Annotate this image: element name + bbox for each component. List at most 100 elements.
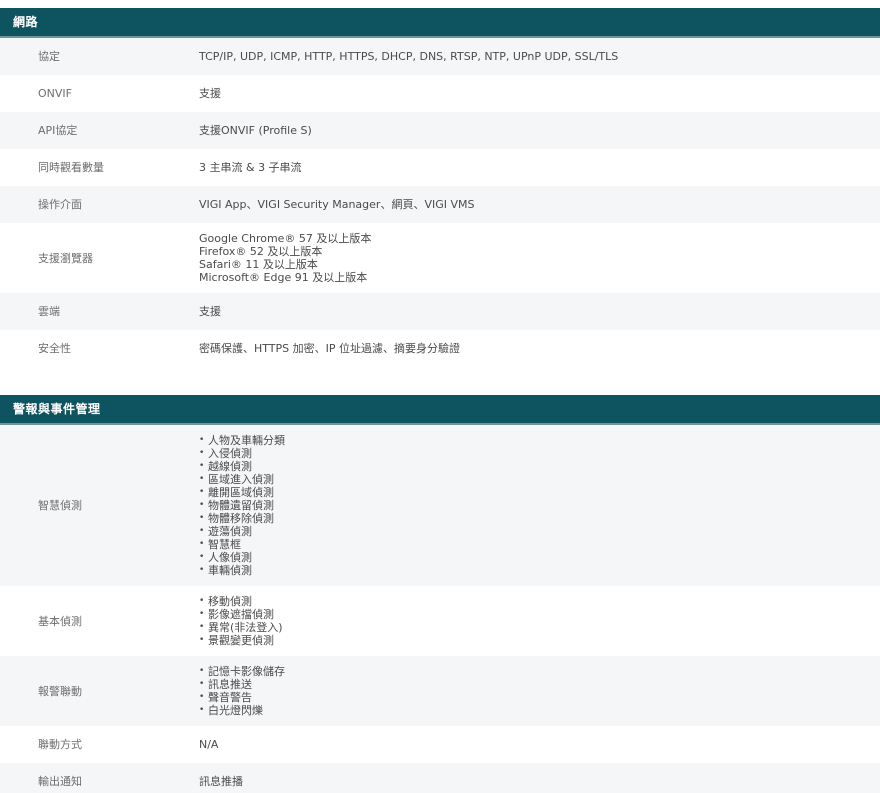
spec-value-text: TCP/IP, UDP, ICMP, HTTP, HTTPS, DHCP, DN… <box>199 50 618 63</box>
bullet-icon: • <box>199 691 208 704</box>
spec-value-bullet-line: •聲音警告 <box>199 691 864 704</box>
spec-value-bullet-line: •智慧框 <box>199 538 864 551</box>
spec-value-text: 人物及車輛分類 <box>208 434 285 447</box>
spec-value-line: 支援 <box>199 305 864 318</box>
spec-value-text: N/A <box>199 738 218 751</box>
spec-value-text: 異常(非法登入) <box>208 621 283 634</box>
spec-value-text: 訊息推播 <box>199 775 243 788</box>
spec-row: 聯動方式N/A <box>0 726 880 763</box>
spec-value-text: Firefox® 52 及以上版本 <box>199 245 322 258</box>
spec-row: 基本偵測•移動偵測•影像遮擋偵測•異常(非法登入)•景觀變更偵測 <box>0 586 880 656</box>
spec-value: 支援 <box>199 293 880 330</box>
spec-value-bullet-line: •移動偵測 <box>199 595 864 608</box>
spec-label: 智慧偵測 <box>0 487 199 524</box>
bullet-icon: • <box>199 447 208 460</box>
bullet-icon: • <box>199 621 208 634</box>
bullet-icon: • <box>199 564 208 577</box>
spec-row: 安全性密碼保護、HTTPS 加密、IP 位址過濾、摘要身分驗證 <box>0 330 880 367</box>
spec-label: 聯動方式 <box>0 726 199 763</box>
spec-row: 雲端支援 <box>0 293 880 330</box>
spec-label: 輸出通知 <box>0 763 199 793</box>
spec-value-line: 3 主串流 & 3 子串流 <box>199 161 864 174</box>
spec-value-bullet-line: •離開區域偵測 <box>199 486 864 499</box>
spec-value: •移動偵測•影像遮擋偵測•異常(非法登入)•景觀變更偵測 <box>199 586 880 656</box>
spec-value-bullet-line: •入侵偵測 <box>199 447 864 460</box>
spec-value-line: Firefox® 52 及以上版本 <box>199 245 864 258</box>
spec-value-text: 密碼保護、HTTPS 加密、IP 位址過濾、摘要身分驗證 <box>199 342 460 355</box>
spec-value: 支援 <box>199 75 880 112</box>
spec-value: 3 主串流 & 3 子串流 <box>199 149 880 186</box>
spec-value-line: VIGI App、VIGI Security Manager、網頁、VIGI V… <box>199 198 864 211</box>
spec-value-text: 智慧框 <box>208 538 241 551</box>
spec-value-text: VIGI App、VIGI Security Manager、網頁、VIGI V… <box>199 198 474 211</box>
spec-value-text: 白光燈閃爍 <box>208 704 263 717</box>
spec-value-line: Google Chrome® 57 及以上版本 <box>199 232 864 245</box>
spec-value-text: 3 主串流 & 3 子串流 <box>199 161 302 174</box>
spec-value-line: 密碼保護、HTTPS 加密、IP 位址過濾、摘要身分驗證 <box>199 342 864 355</box>
spec-value-bullet-line: •影像遮擋偵測 <box>199 608 864 621</box>
spec-value-text: 支援 <box>199 305 221 318</box>
spec-value-bullet-line: •景觀變更偵測 <box>199 634 864 647</box>
spec-row: 支援瀏覽器Google Chrome® 57 及以上版本Firefox® 52 … <box>0 223 880 293</box>
spec-value-bullet-line: •車輛偵測 <box>199 564 864 577</box>
spec-value: 密碼保護、HTTPS 加密、IP 位址過濾、摘要身分驗證 <box>199 330 880 367</box>
bullet-icon: • <box>199 538 208 551</box>
bullet-icon: • <box>199 551 208 564</box>
spec-value-text: 記憶卡影像儲存 <box>208 665 285 678</box>
spec-value-line: 支援ONVIF (Profile S) <box>199 124 864 137</box>
spec-value-bullet-line: •越線偵測 <box>199 460 864 473</box>
spec-value-bullet-line: •異常(非法登入) <box>199 621 864 634</box>
spec-label: 基本偵測 <box>0 603 199 640</box>
spec-value-text: 支援ONVIF (Profile S) <box>199 124 312 137</box>
spec-value-text: 物體移除偵測 <box>208 512 274 525</box>
spec-value: N/A <box>199 726 880 763</box>
spec-value-text: 人像偵測 <box>208 551 252 564</box>
spec-label: ONVIF <box>0 75 199 112</box>
bullet-icon: • <box>199 634 208 647</box>
spec-value-text: 車輛偵測 <box>208 564 252 577</box>
bullet-icon: • <box>199 665 208 678</box>
spec-value-bullet-line: •區域進入偵測 <box>199 473 864 486</box>
spec-row: 同時觀看數量3 主串流 & 3 子串流 <box>0 149 880 186</box>
spec-value-text: 越線偵測 <box>208 460 252 473</box>
spec-value-bullet-line: •遊蕩偵測 <box>199 525 864 538</box>
spec-label: API協定 <box>0 112 199 149</box>
spec-value: •人物及車輛分類•入侵偵測•越線偵測•區域進入偵測•離開區域偵測•物體遺留偵測•… <box>199 425 880 586</box>
bullet-icon: • <box>199 486 208 499</box>
spec-row: 報警聯動•記憶卡影像儲存•訊息推送•聲音警告•白光燈閃爍 <box>0 656 880 726</box>
spec-value-text: 景觀變更偵測 <box>208 634 274 647</box>
spec-label: 同時觀看數量 <box>0 149 199 186</box>
bullet-icon: • <box>199 473 208 486</box>
spec-value-bullet-line: •白光燈閃爍 <box>199 704 864 717</box>
spec-value-line: Safari® 11 及以上版本 <box>199 258 864 271</box>
spec-value-line: N/A <box>199 738 864 751</box>
spec-value-text: 物體遺留偵測 <box>208 499 274 512</box>
spec-section: 網路協定TCP/IP, UDP, ICMP, HTTP, HTTPS, DHCP… <box>0 8 880 367</box>
bullet-icon: • <box>199 434 208 447</box>
spec-value-bullet-line: •人物及車輛分類 <box>199 434 864 447</box>
spec-value-line: TCP/IP, UDP, ICMP, HTTP, HTTPS, DHCP, DN… <box>199 50 864 63</box>
bullet-icon: • <box>199 512 208 525</box>
spec-value-text: 影像遮擋偵測 <box>208 608 274 621</box>
spec-value-text: Google Chrome® 57 及以上版本 <box>199 232 371 245</box>
spec-value: TCP/IP, UDP, ICMP, HTTP, HTTPS, DHCP, DN… <box>199 38 880 75</box>
spec-row: ONVIF支援 <box>0 75 880 112</box>
spec-row: 智慧偵測•人物及車輛分類•入侵偵測•越線偵測•區域進入偵測•離開區域偵測•物體遺… <box>0 425 880 586</box>
spec-value-text: 支援 <box>199 87 221 100</box>
bullet-icon: • <box>199 678 208 691</box>
spec-label: 支援瀏覽器 <box>0 240 199 277</box>
spec-label: 協定 <box>0 38 199 75</box>
bullet-icon: • <box>199 608 208 621</box>
spec-label: 雲端 <box>0 293 199 330</box>
spec-value-text: 聲音警告 <box>208 691 252 704</box>
spec-row: 協定TCP/IP, UDP, ICMP, HTTP, HTTPS, DHCP, … <box>0 38 880 75</box>
spec-row: 操作介面VIGI App、VIGI Security Manager、網頁、VI… <box>0 186 880 223</box>
spec-value: VIGI App、VIGI Security Manager、網頁、VIGI V… <box>199 186 880 223</box>
spec-label: 操作介面 <box>0 186 199 223</box>
spec-label: 安全性 <box>0 330 199 367</box>
spec-value-bullet-line: •訊息推送 <box>199 678 864 691</box>
spec-value-line: 訊息推播 <box>199 775 864 788</box>
spec-label: 報警聯動 <box>0 673 199 710</box>
spec-section: 警報與事件管理智慧偵測•人物及車輛分類•入侵偵測•越線偵測•區域進入偵測•離開區… <box>0 395 880 793</box>
bullet-icon: • <box>199 595 208 608</box>
